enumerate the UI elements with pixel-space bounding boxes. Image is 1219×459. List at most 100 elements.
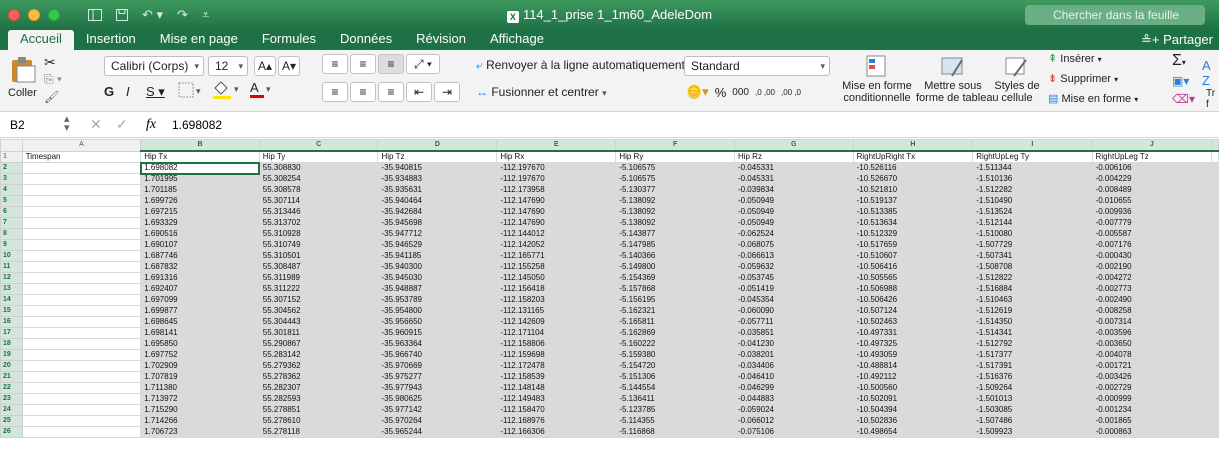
cell[interactable]: -0.045331	[734, 173, 854, 185]
cell[interactable]	[1211, 338, 1219, 350]
cell[interactable]: 1.690516	[140, 228, 260, 240]
row-header[interactable]: 16	[0, 316, 23, 328]
cell[interactable]: -112.142052	[496, 239, 617, 251]
cell[interactable]: -1.507486	[972, 415, 1093, 427]
cell[interactable]: -112.142609	[496, 316, 617, 328]
cell[interactable]: -35.970264	[377, 415, 498, 427]
row-header[interactable]: 9	[0, 239, 23, 251]
cell[interactable]: -10.521810	[853, 184, 974, 196]
autosum-button[interactable]: Σ▾	[1172, 52, 1186, 70]
cell[interactable]: -1.510136	[972, 173, 1093, 185]
cell[interactable]: -0.046299	[734, 382, 854, 394]
cell[interactable]: -1.507341	[972, 250, 1093, 262]
cell[interactable]: 1.702909	[140, 360, 260, 372]
column-header-a[interactable]: A	[21, 139, 142, 152]
font-color-button[interactable]: A	[250, 80, 264, 98]
cell[interactable]	[22, 162, 142, 174]
tab-donn-es[interactable]: Données	[328, 30, 404, 50]
cell[interactable]	[22, 206, 142, 218]
clear-button[interactable]: ⌫▾	[1172, 92, 1195, 106]
select-all-corner[interactable]	[0, 139, 23, 152]
cell[interactable]	[1211, 272, 1219, 284]
cell[interactable]: -1.517391	[972, 360, 1093, 372]
cell[interactable]: -10.493059	[853, 349, 974, 361]
cell[interactable]: Hip Ry	[615, 151, 735, 163]
cell[interactable]: -0.004078	[1092, 349, 1213, 361]
cell[interactable]: -0.006106	[1092, 162, 1213, 174]
cell[interactable]: -10.498654	[853, 426, 974, 438]
cell[interactable]: -5.138092	[615, 217, 735, 229]
cell[interactable]: -0.046410	[734, 371, 854, 383]
cell[interactable]: -35.965244	[377, 426, 498, 438]
cell[interactable]: -10.506988	[853, 283, 974, 295]
cell[interactable]: -35.940464	[377, 195, 498, 207]
cell[interactable]: 1.698082	[139, 161, 261, 175]
insert-cells-button[interactable]: ⇞ Insérer ▾	[1048, 52, 1102, 65]
cell[interactable]: -5.151306	[615, 371, 735, 383]
row-header[interactable]: 17	[0, 327, 23, 339]
increase-indent-button[interactable]: ⇥	[434, 82, 460, 102]
tab-accueil[interactable]: Accueil	[8, 30, 74, 50]
cell[interactable]: -0.003596	[1092, 327, 1213, 339]
row-header[interactable]: 2	[0, 162, 23, 174]
cell[interactable]: -1.510463	[972, 294, 1093, 306]
cell[interactable]: -35.934883	[377, 173, 498, 185]
cell[interactable]	[22, 338, 142, 350]
cell[interactable]: -112.171104	[496, 327, 617, 339]
cell[interactable]	[1211, 316, 1219, 328]
cell[interactable]: -0.007314	[1092, 316, 1213, 328]
cell[interactable]: -35.966740	[377, 349, 498, 361]
cell[interactable]: -1.509923	[972, 426, 1093, 438]
cell[interactable]: -35.980625	[377, 393, 498, 405]
number-format-dropdown[interactable]: Standard ▾	[684, 56, 830, 76]
cell[interactable]: 1.692407	[140, 283, 260, 295]
cell[interactable]: -0.000863	[1092, 426, 1213, 438]
cell[interactable]	[22, 371, 142, 383]
cell[interactable]: 1.699726	[140, 195, 260, 207]
cell[interactable]: -5.136411	[615, 393, 735, 405]
cell[interactable]: -0.050949	[734, 195, 854, 207]
cell[interactable]: -1.511344	[972, 162, 1093, 174]
close-window-button[interactable]	[8, 9, 20, 21]
cell[interactable]: -10.519137	[853, 195, 974, 207]
cell[interactable]: -35.947712	[377, 228, 498, 240]
cell[interactable]: 1.690107	[140, 239, 260, 251]
row-header[interactable]: 15	[0, 305, 23, 317]
cell[interactable]: -35.953789	[377, 294, 498, 306]
cell[interactable]: 1.698141	[140, 327, 260, 339]
row-header[interactable]: 4	[0, 184, 23, 196]
cell[interactable]: -0.002773	[1092, 283, 1213, 295]
cell[interactable]: -0.045354	[734, 294, 854, 306]
cell[interactable]	[1211, 393, 1219, 405]
cell[interactable]: -10.492112	[853, 371, 974, 383]
cell[interactable]: -112.148148	[496, 382, 617, 394]
cell[interactable]: -10.513634	[853, 217, 974, 229]
cell[interactable]: -0.050949	[734, 206, 854, 218]
cell[interactable]: Hip Rz	[734, 151, 854, 163]
cell[interactable]: -0.002490	[1092, 294, 1213, 306]
cell[interactable]	[1211, 349, 1219, 361]
function-icon[interactable]: fx	[146, 117, 156, 133]
redo-icon[interactable]: ↷	[177, 7, 188, 23]
cell[interactable]: -35.960915	[377, 327, 498, 339]
cell[interactable]: -1.503085	[972, 404, 1093, 416]
bold-button[interactable]: G	[104, 84, 114, 99]
cell[interactable]: 55.311989	[259, 272, 379, 284]
cell[interactable]: 55.278610	[259, 415, 379, 427]
cell[interactable]: -5.157868	[615, 283, 735, 295]
cell[interactable]: -112.144012	[496, 228, 617, 240]
cell[interactable]: -0.007176	[1092, 239, 1213, 251]
cell[interactable]: -0.008489	[1092, 184, 1213, 196]
cell[interactable]: -35.975277	[377, 371, 498, 383]
cell[interactable]	[1211, 426, 1219, 438]
column-header-i[interactable]: I	[972, 139, 1093, 152]
cell[interactable]: -0.002190	[1092, 261, 1213, 273]
minimize-window-button[interactable]	[28, 9, 40, 21]
decrease-indent-button[interactable]: ⇤	[406, 82, 432, 102]
cell[interactable]: -1.512822	[972, 272, 1093, 284]
cell[interactable]: -0.062524	[734, 228, 854, 240]
cell[interactable]	[22, 272, 142, 284]
cell[interactable]: -5.123785	[615, 404, 735, 416]
cell[interactable]	[1211, 283, 1219, 295]
cell[interactable]: -112.147690	[496, 195, 617, 207]
